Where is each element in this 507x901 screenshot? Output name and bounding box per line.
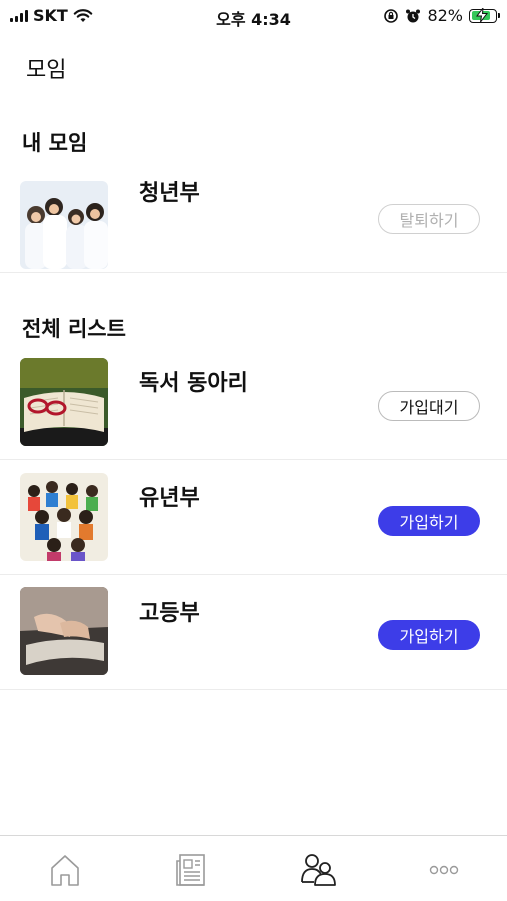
group-row-book-club[interactable]: 독서 동아리 가입대기 xyxy=(0,345,507,460)
join-button[interactable]: 가입하기 xyxy=(378,620,480,650)
all-list-title: 전체 리스트 xyxy=(22,317,126,341)
tab-news[interactable] xyxy=(171,850,211,890)
home-icon xyxy=(51,855,79,886)
group-row-high-school[interactable]: 고등부 가입하기 xyxy=(0,575,507,690)
alarm-icon xyxy=(406,9,421,22)
leave-button[interactable]: 탈퇴하기 xyxy=(378,204,480,234)
youth-group-thumbnail xyxy=(20,181,108,269)
battery-percent: 82% xyxy=(427,6,463,25)
children-group-thumbnail xyxy=(20,473,108,561)
orientation-lock-icon xyxy=(384,8,399,23)
tab-home[interactable] xyxy=(45,850,85,890)
page-title: 모임 xyxy=(26,58,67,83)
my-group-row[interactable]: 청년부 탈퇴하기 xyxy=(0,158,507,273)
status-right: 82% xyxy=(383,6,500,25)
group-name: 독서 동아리 xyxy=(139,371,248,396)
group-name: 유년부 xyxy=(139,486,200,511)
charging-bolt-icon xyxy=(476,7,488,22)
pending-button[interactable]: 가입대기 xyxy=(378,391,480,421)
tab-bar xyxy=(0,835,507,901)
group-icon xyxy=(301,854,336,886)
group-row-children[interactable]: 유년부 가입하기 xyxy=(0,460,507,575)
book-club-thumbnail xyxy=(20,358,108,446)
tab-group[interactable] xyxy=(298,850,338,890)
battery-icon xyxy=(469,7,500,23)
group-name: 청년부 xyxy=(139,181,200,206)
status-bar: SKT 오후 4:34 82% xyxy=(0,0,507,30)
more-icon xyxy=(429,865,459,875)
my-groups-title: 내 모임 xyxy=(22,131,88,155)
high-school-thumbnail xyxy=(20,587,108,675)
tab-more[interactable] xyxy=(424,850,464,890)
group-name: 고등부 xyxy=(139,601,200,626)
join-button[interactable]: 가입하기 xyxy=(378,506,480,536)
news-icon xyxy=(176,854,205,886)
